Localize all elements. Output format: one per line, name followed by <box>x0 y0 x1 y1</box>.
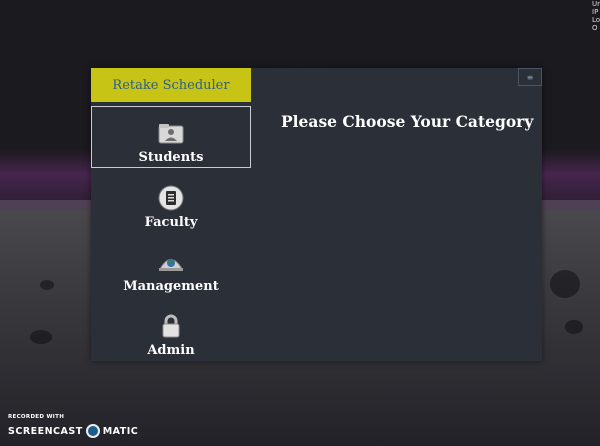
desktop-edge-text: Ur IP Lo O <box>592 0 600 32</box>
background-spot <box>30 330 52 344</box>
screencast-watermark: RECORDED WITH SCREENCAST MATIC <box>8 414 138 438</box>
sidebar-item-label: Admin <box>147 343 195 358</box>
background-spot <box>550 270 580 298</box>
sidebar-item-management[interactable]: Management <box>91 234 251 296</box>
background-spot <box>565 320 583 334</box>
watermark-right-text: MATIC <box>102 425 139 437</box>
watermark-brand: SCREENCAST MATIC <box>8 424 138 438</box>
background-spot <box>40 280 54 290</box>
screencast-logo-icon <box>85 424 100 438</box>
sidebar-item-students[interactable]: Students <box>91 106 251 168</box>
retake-scheduler-window: Retake Scheduler Students Faculty Manage… <box>91 68 542 361</box>
clipboard-icon <box>158 185 184 211</box>
sidebar-item-admin[interactable]: Admin <box>91 298 251 360</box>
watermark-top-text: RECORDED WITH <box>8 414 65 420</box>
sidebar-item-label: Faculty <box>144 215 198 230</box>
watermark-left-text: SCREENCAST <box>8 425 83 437</box>
lock-icon <box>158 313 184 339</box>
page-title: Please Choose Your Category <box>281 112 534 131</box>
menu-button[interactable]: ≡ <box>518 68 542 86</box>
sidebar-item-label: Management <box>123 279 219 294</box>
folder-user-icon <box>158 120 184 146</box>
sidebar-item-faculty[interactable]: Faculty <box>91 170 251 232</box>
globe-dome-icon <box>158 249 184 275</box>
sidebar-item-label: Students <box>138 150 204 165</box>
app-title: Retake Scheduler <box>91 68 251 102</box>
sidebar: Retake Scheduler Students Faculty Manage… <box>91 68 251 361</box>
